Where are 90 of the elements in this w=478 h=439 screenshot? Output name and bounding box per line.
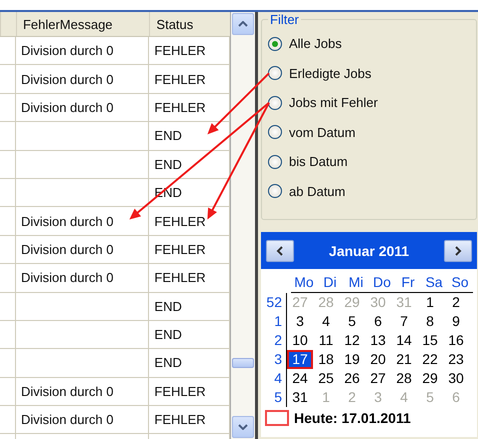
radio-label[interactable]: ab Datum — [289, 184, 346, 199]
chevron-up-icon — [238, 21, 248, 27]
next-month-button[interactable] — [444, 240, 472, 262]
row-cell — [0, 378, 16, 406]
calendar-day[interactable]: 2 — [443, 293, 469, 312]
calendar-day[interactable]: 29 — [417, 369, 443, 388]
weekday-label: Mo — [293, 274, 315, 290]
weekday-label: So — [450, 274, 470, 290]
radio-label[interactable]: bis Datum — [289, 154, 348, 170]
row-cell — [0, 292, 16, 321]
week-number: 4 — [265, 369, 287, 388]
radio-button[interactable] — [268, 154, 282, 169]
row-cell — [0, 65, 16, 94]
calendar-day[interactable]: 22 — [417, 350, 443, 369]
calendar-day[interactable]: 23 — [443, 350, 469, 369]
row-cell — [0, 264, 16, 293]
calendar-day[interactable]: 24 — [287, 369, 313, 388]
chevron-left-icon — [276, 246, 284, 256]
month-title: Januar 2011 — [328, 242, 410, 258]
weekday-label: Fr — [400, 274, 416, 290]
calendar-day[interactable]: 6 — [365, 312, 391, 331]
previous-month-button[interactable] — [266, 240, 294, 262]
table-cell: Division durch 0 — [16, 236, 150, 264]
today-marker — [265, 410, 289, 426]
table-cell: Division durch 0 — [16, 94, 150, 122]
radio-button[interactable] — [268, 125, 282, 140]
week-number: 52 — [265, 293, 287, 312]
calendar-day[interactable]: 21 — [391, 350, 417, 369]
calendar-day[interactable]: 4 — [313, 312, 339, 331]
calendar-day[interactable]: 1 — [417, 293, 443, 312]
calendar-day[interactable]: 25 — [313, 369, 339, 388]
calendar-day[interactable]: 8 — [417, 312, 443, 331]
calendar-day[interactable]: 28 — [391, 369, 417, 388]
calendar-day[interactable]: 14 — [391, 331, 417, 350]
calendar-day[interactable]: 9 — [443, 312, 469, 331]
calendar-day[interactable]: 27 — [365, 369, 391, 388]
row-cell — [0, 236, 16, 264]
radio-label[interactable]: Erledigte Jobs — [289, 66, 372, 81]
row-cell — [0, 94, 16, 122]
radio-button[interactable] — [268, 184, 282, 198]
table-cell: Division durch 0 — [16, 37, 150, 66]
calendar-day[interactable]: 13 — [365, 331, 391, 350]
calendar-day[interactable]: 11 — [313, 331, 339, 350]
chevron-right-icon — [454, 246, 462, 256]
weekday-label: Mi — [348, 274, 364, 290]
weekday-label: Sa — [424, 274, 444, 290]
group-title: Filter — [269, 12, 300, 27]
radio-button[interactable] — [268, 96, 282, 110]
calendar-day[interactable]: 30 — [443, 369, 469, 388]
calendar-day[interactable]: 20 — [365, 350, 391, 369]
table-cell: Division durch 0 — [16, 65, 150, 94]
calendar-day[interactable]: 26 — [339, 369, 365, 388]
radio-button[interactable] — [268, 36, 282, 51]
row-cell — [0, 122, 16, 151]
week-number: 2 — [265, 331, 287, 350]
table-cell: Division durch 0 — [16, 264, 150, 293]
radio-label[interactable]: Alle Jobs — [289, 36, 342, 52]
table-cell: Division durch 0 — [16, 378, 150, 406]
radio-label[interactable]: vom Datum — [289, 124, 356, 140]
week-number: 1 — [265, 312, 287, 331]
scroll-down-button[interactable] — [232, 416, 254, 438]
row-cell — [0, 349, 16, 378]
calendar-day[interactable]: 12 — [339, 331, 365, 350]
calendar-day[interactable]: 31 — [287, 388, 313, 407]
week-number: 5 — [265, 388, 287, 407]
calendar-day[interactable]: 16 — [443, 331, 469, 350]
weekday-label: Di — [322, 274, 338, 290]
calendar-day[interactable]: 3 — [287, 312, 313, 331]
radio-label[interactable]: Jobs mit Fehler — [289, 95, 378, 110]
calendar-day[interactable]: 5 — [339, 312, 365, 331]
calendar-day[interactable]: 19 — [339, 350, 365, 369]
row-cell — [0, 178, 16, 208]
calendar[interactable]: Januar 2011 Mo Di Mi Do Fr Sa So 52 27 28 29 30 31 1 2 1 3 4 5 6 7 8 9 2 10 11 12 13 14 15 16 3 17 18 19 20 21 22 23 4 24 25 26 27 28 29 30 5 31 1 2 3 4 5 6 Heute: 17.01.2011 — [261, 232, 477, 437]
radio-button[interactable] — [268, 66, 282, 80]
scroll-up-button[interactable] — [232, 13, 254, 35]
calendar-day[interactable]: 18 — [313, 350, 339, 369]
today-link[interactable]: Heute: 17.01.2011 — [294, 410, 411, 426]
calendar-day[interactable]: 15 — [417, 331, 443, 350]
row-cell — [0, 207, 16, 236]
chevron-down-icon — [238, 424, 248, 430]
scroll-thumb[interactable] — [232, 358, 254, 368]
row-cell — [0, 320, 16, 350]
weekday-label: Do — [372, 274, 392, 290]
table-cell: Division durch 0 — [16, 406, 150, 434]
row-cell — [0, 150, 16, 179]
calendar-day[interactable]: 7 — [391, 312, 417, 331]
calendar-day[interactable]: 10 — [287, 331, 313, 350]
column-header[interactable]: FehlerMessage — [16, 12, 150, 36]
scrollbar[interactable] — [230, 12, 255, 439]
calendar-day[interactable]: 17 — [287, 350, 313, 369]
